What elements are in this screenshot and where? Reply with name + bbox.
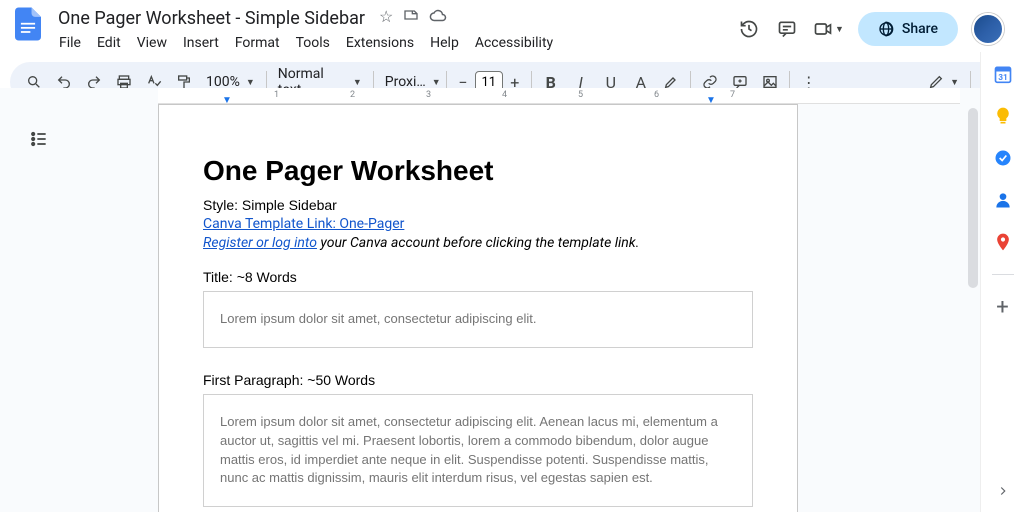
move-icon[interactable] bbox=[403, 7, 419, 29]
addons-icon[interactable]: + bbox=[993, 297, 1013, 317]
docs-logo-icon[interactable] bbox=[10, 6, 46, 42]
side-panel-collapse-icon[interactable] bbox=[996, 483, 1010, 502]
maps-icon[interactable] bbox=[993, 232, 1013, 252]
menu-tools[interactable]: Tools bbox=[289, 32, 337, 56]
section1-body[interactable]: Lorem ipsum dolor sit amet, consectetur … bbox=[203, 291, 753, 348]
header-actions: ▼ Share bbox=[737, 6, 1014, 46]
comments-icon[interactable] bbox=[775, 17, 799, 41]
style-line: Style: Simple Sidebar bbox=[203, 197, 753, 213]
keep-icon[interactable] bbox=[993, 106, 1013, 126]
menu-file[interactable]: File bbox=[52, 32, 88, 56]
svg-text:31: 31 bbox=[998, 73, 1008, 83]
outline-toggle-icon[interactable] bbox=[24, 124, 54, 154]
menu-accessibility[interactable]: Accessibility bbox=[468, 32, 560, 56]
menu-insert[interactable]: Insert bbox=[176, 32, 226, 56]
doc-heading: One Pager Worksheet bbox=[203, 155, 753, 187]
menu-extensions[interactable]: Extensions bbox=[339, 32, 421, 56]
document-area: ▼ 1 2 3 4 5 6 ▼ 7 One Pager Worksheet St… bbox=[0, 88, 980, 512]
account-avatar[interactable] bbox=[972, 13, 1004, 45]
doc-title[interactable]: One Pager Worksheet - Simple Sidebar bbox=[52, 6, 371, 31]
meet-icon[interactable]: ▼ bbox=[813, 17, 844, 41]
document-page[interactable]: One Pager Worksheet Style: Simple Sideba… bbox=[158, 104, 798, 512]
section1-label: Title: ~8 Words bbox=[203, 269, 753, 285]
share-label: Share bbox=[902, 21, 938, 37]
tasks-icon[interactable] bbox=[993, 148, 1013, 168]
section2-label: First Paragraph: ~50 Words bbox=[203, 372, 753, 388]
ruler[interactable]: ▼ 1 2 3 4 5 6 ▼ 7 bbox=[158, 88, 960, 104]
title-area: One Pager Worksheet - Simple Sidebar ☆ F… bbox=[52, 6, 731, 56]
star-icon[interactable]: ☆ bbox=[379, 7, 393, 29]
app-header: One Pager Worksheet - Simple Sidebar ☆ F… bbox=[0, 0, 1024, 56]
menu-edit[interactable]: Edit bbox=[90, 32, 128, 56]
scrollbar[interactable] bbox=[968, 108, 978, 288]
menu-help[interactable]: Help bbox=[423, 32, 466, 56]
contacts-icon[interactable] bbox=[993, 190, 1013, 210]
menu-format[interactable]: Format bbox=[228, 32, 287, 56]
menu-bar: File Edit View Insert Format Tools Exten… bbox=[52, 32, 731, 56]
cloud-status-icon[interactable] bbox=[429, 7, 447, 29]
template-link[interactable]: Canva Template Link: One-Pager bbox=[203, 216, 404, 232]
calendar-icon[interactable]: 31 bbox=[993, 64, 1013, 84]
side-panel: 31 + bbox=[980, 52, 1024, 512]
register-tail: your Canva account before clicking the t… bbox=[317, 235, 639, 251]
history-icon[interactable] bbox=[737, 17, 761, 41]
share-button[interactable]: Share bbox=[858, 12, 958, 46]
register-link[interactable]: Register or log into bbox=[203, 235, 317, 251]
menu-view[interactable]: View bbox=[130, 32, 174, 56]
section2-body[interactable]: Lorem ipsum dolor sit amet, consectetur … bbox=[203, 394, 753, 507]
